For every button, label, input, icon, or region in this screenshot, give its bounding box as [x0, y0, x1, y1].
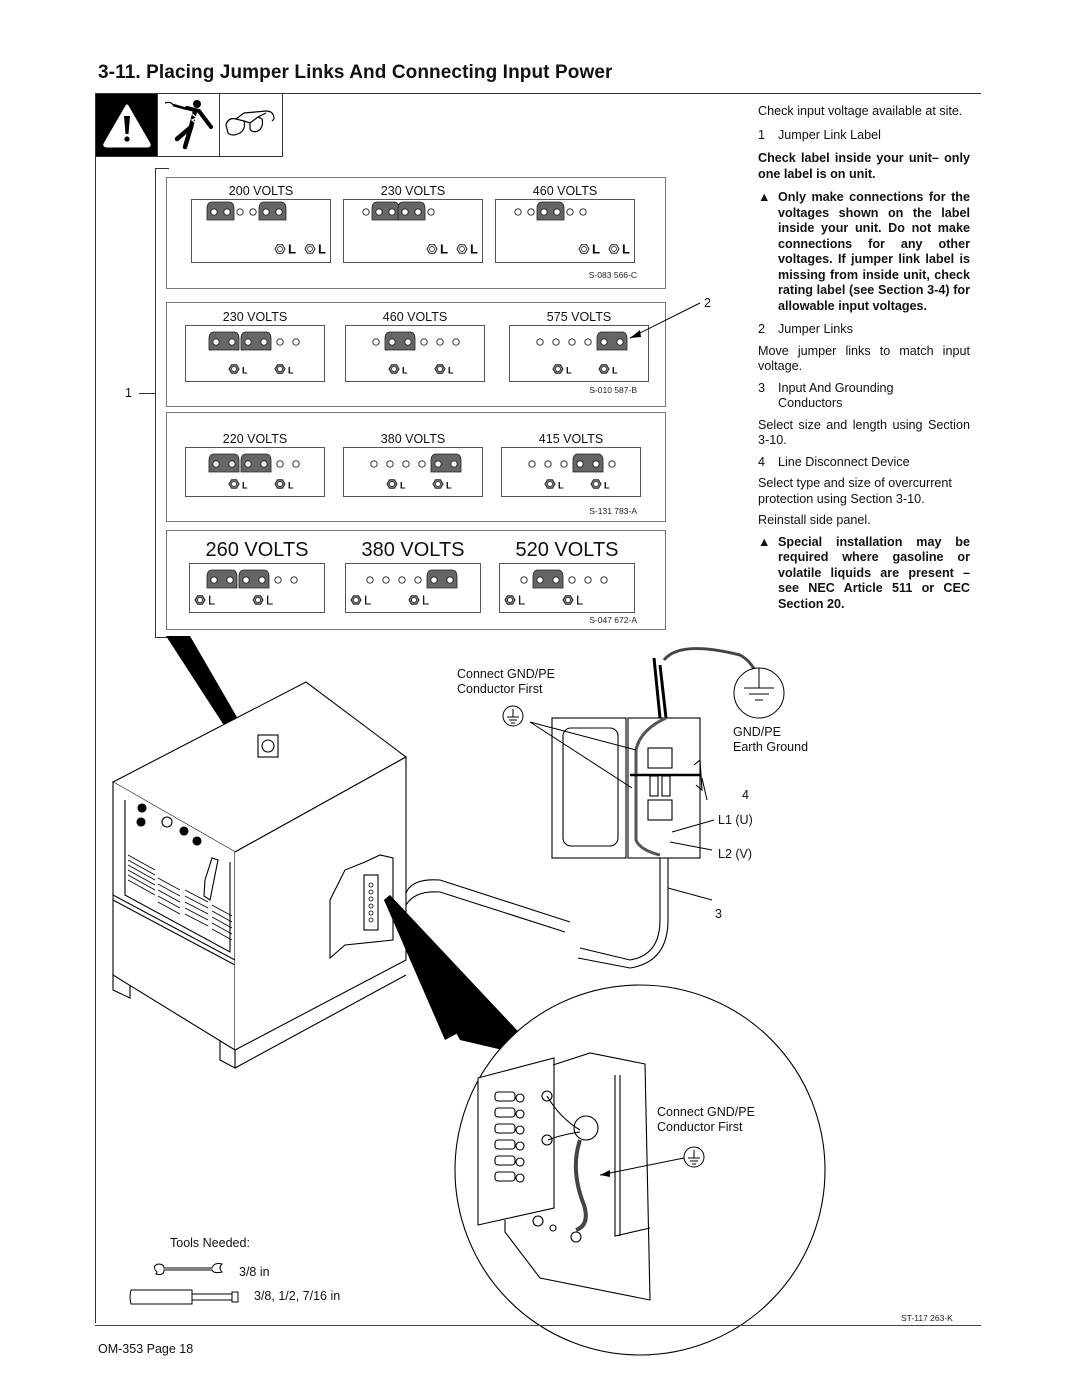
note-line: Connect GND/PE	[657, 1105, 755, 1119]
nut-driver-icon	[129, 1289, 239, 1305]
note-line: Earth Ground	[733, 740, 809, 754]
callout-l1: L1 (U)	[718, 813, 753, 827]
note-line: Connect GND/PE	[457, 667, 555, 681]
note-line: GND/PE	[733, 725, 781, 739]
gnd-first-note-detail: Connect GND/PE Conductor First	[657, 1105, 755, 1135]
footer-rule	[95, 1325, 981, 1326]
earth-ground-note: GND/PE Earth Ground	[733, 725, 808, 755]
note-line: Conductor First	[657, 1120, 743, 1134]
line-disconnect-device	[551, 647, 762, 969]
welding-machine	[111, 681, 571, 1069]
drawing-number: ST-117 263-K	[901, 1313, 953, 1323]
wrench-size: 3/8 in	[239, 1265, 270, 1279]
tools-heading: Tools Needed:	[170, 1236, 250, 1250]
gnd-first-note-top: Connect GND/PE Conductor First	[457, 667, 555, 697]
note-line: Conductor First	[457, 682, 543, 696]
page-footer: OM-353 Page 18	[98, 1342, 194, 1356]
callout-l2: L2 (V)	[718, 847, 753, 861]
callout-3: 3	[715, 907, 722, 921]
wrench-icon	[153, 1263, 223, 1275]
nut-driver-sizes: 3/8, 1/2, 7/16 in	[254, 1289, 341, 1303]
callout-4: 4	[742, 788, 749, 802]
installation-drawing	[111, 636, 826, 1356]
